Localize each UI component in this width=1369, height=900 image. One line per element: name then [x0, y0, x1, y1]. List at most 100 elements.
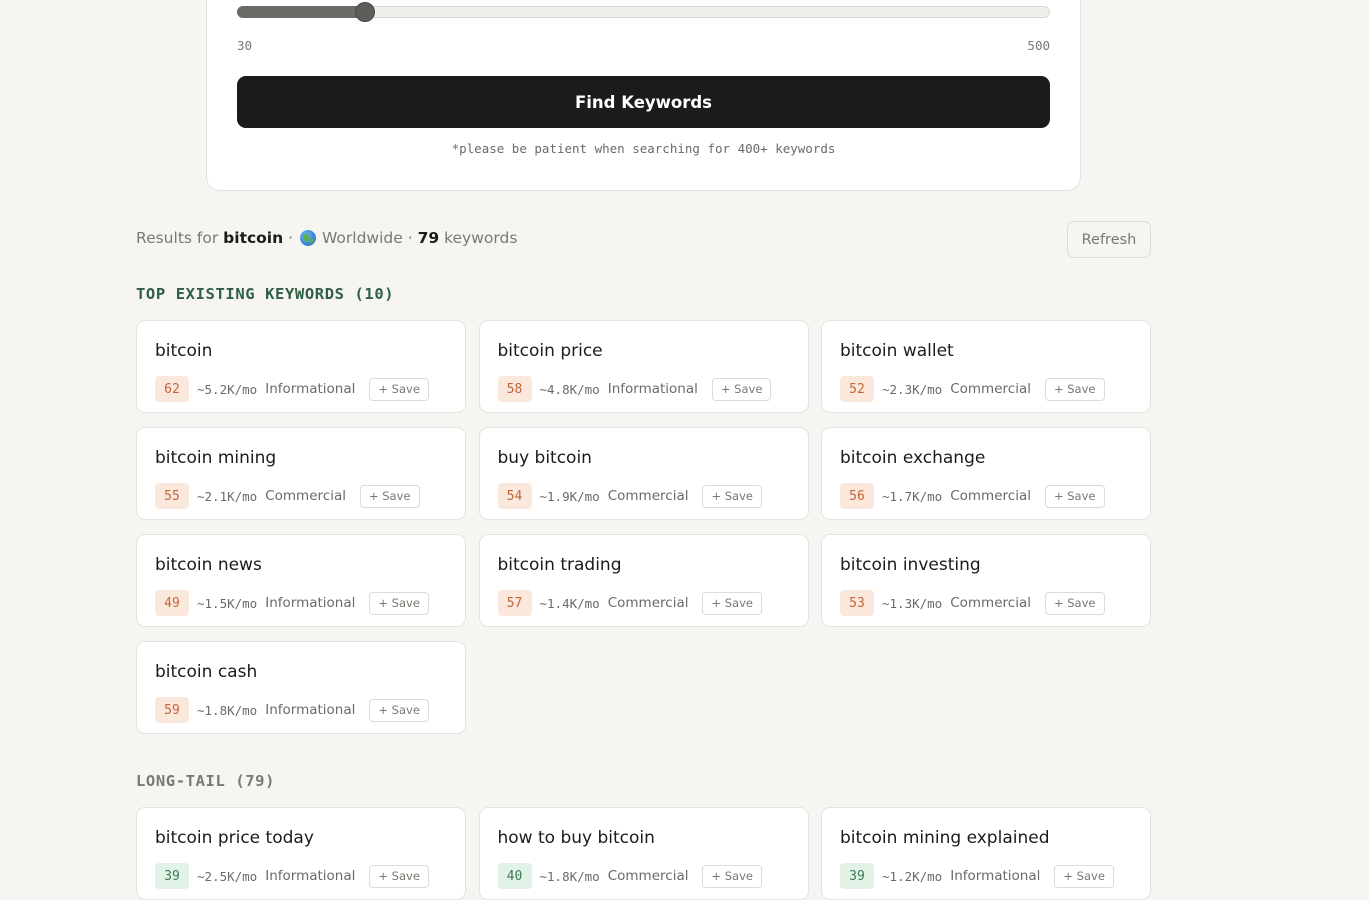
save-keyword-button[interactable]: + Save — [702, 484, 762, 508]
keyword-meta: 53 ~1.3K/mo Commercial + Save — [840, 590, 1132, 616]
results-query: bitcoin — [223, 229, 284, 247]
keyword-card[interactable]: bitcoin news 49 ~1.5K/mo Informational + Sav… — [136, 534, 466, 627]
difficulty-score-badge: 56 — [840, 483, 874, 509]
keyword-meta: 55 ~2.1K/mo Commercial + Save — [155, 483, 447, 509]
separator: · — [288, 229, 294, 247]
keyword-card[interactable]: bitcoin mining 55 ~2.1K/mo Commercial + Save — [136, 427, 466, 520]
keyword-meta: 49 ~1.5K/mo Informational + Save — [155, 590, 447, 616]
search-volume: ~1.3K/mo — [882, 595, 943, 611]
difficulty-score-badge: 55 — [155, 483, 189, 509]
keyword-meta: 39 ~2.5K/mo Informational + Save — [155, 863, 447, 889]
search-intent: Informational — [265, 702, 356, 718]
results-region: Worldwide — [321, 229, 403, 247]
search-intent: Commercial — [607, 488, 689, 504]
save-keyword-button[interactable]: + Save — [369, 591, 429, 615]
search-intent: Commercial — [607, 595, 689, 611]
save-keyword-button[interactable]: + Save — [711, 377, 772, 401]
search-intent: Informational — [265, 595, 356, 611]
keyword-meta: 59 ~1.8K/mo Informational + Save — [155, 697, 447, 723]
slider-fill — [237, 6, 365, 18]
results-count: 79 — [417, 229, 440, 247]
search-volume: ~2.5K/mo — [197, 868, 258, 884]
refresh-button[interactable]: Refresh — [1067, 221, 1151, 258]
search-volume: ~1.4K/mo — [539, 595, 600, 611]
search-intent: Commercial — [950, 595, 1031, 611]
top-keywords-grid: bitcoin 62 ~5.2K/mo Informational + Save bitc… — [136, 320, 1151, 734]
slider-thumb[interactable] — [355, 2, 375, 22]
search-volume: ~5.2K/mo — [197, 381, 258, 397]
save-keyword-button[interactable]: + Save — [702, 591, 762, 615]
search-volume: ~4.8K/mo — [539, 381, 600, 397]
difficulty-score-badge: 49 — [155, 590, 189, 616]
keyword-card[interactable]: bitcoin mining explained 39 ~1.2K/mo Inform… — [821, 807, 1151, 900]
keyword-title: bitcoin — [155, 341, 213, 361]
top-keywords-heading: TOP EXISTING KEYWORDS (10) — [136, 285, 395, 303]
keyword-title: bitcoin trading — [497, 555, 622, 575]
keyword-card[interactable]: bitcoin wallet 52 ~2.3K/mo Commercial + Save — [821, 320, 1151, 413]
save-keyword-button[interactable]: + Save — [1044, 591, 1105, 615]
keyword-title: bitcoin mining explained — [840, 828, 1050, 848]
search-volume: ~1.5K/mo — [197, 595, 258, 611]
keyword-meta: 54 ~1.9K/mo Commercial + Save — [497, 483, 790, 509]
keyword-card[interactable]: bitcoin 62 ~5.2K/mo Informational + Save — [136, 320, 466, 413]
save-keyword-button[interactable]: + Save — [359, 484, 420, 508]
search-volume: ~2.3K/mo — [882, 381, 943, 397]
separator: · — [407, 229, 413, 247]
keyword-card[interactable]: buy bitcoin 54 ~1.9K/mo Commercial + Save — [478, 427, 809, 520]
save-keyword-button[interactable]: + Save — [1054, 864, 1114, 888]
keyword-card[interactable]: bitcoin price 58 ~4.8K/mo Informational + Sa… — [478, 320, 809, 413]
search-intent: Informational — [265, 868, 356, 884]
save-keyword-button[interactable]: + Save — [1044, 484, 1105, 508]
search-volume: ~1.7K/mo — [882, 488, 943, 504]
results-count-suffix: keywords — [444, 229, 518, 247]
keyword-title: bitcoin exchange — [840, 448, 986, 468]
keyword-card[interactable]: bitcoin investing 53 ~1.3K/mo Commercial + S… — [821, 534, 1151, 627]
difficulty-score-badge: 54 — [497, 483, 532, 509]
keyword-meta: 62 ~5.2K/mo Informational + Save — [155, 376, 447, 402]
patience-note: *please be patient when searching for 40… — [451, 141, 836, 156]
keyword-title: bitcoin news — [155, 555, 262, 575]
results-prefix: Results for — [136, 229, 219, 247]
keyword-meta: 40 ~1.8K/mo Commercial + Save — [497, 863, 790, 889]
keyword-meta: 56 ~1.7K/mo Commercial + Save — [840, 483, 1132, 509]
search-volume: ~1.8K/mo — [539, 868, 600, 884]
keyword-count-slider[interactable] — [237, 2, 1050, 22]
search-intent: Commercial — [950, 488, 1031, 504]
keyword-title: bitcoin investing — [840, 555, 981, 575]
difficulty-score-badge: 53 — [840, 590, 874, 616]
search-intent: Commercial — [265, 488, 346, 504]
keyword-meta: 39 ~1.2K/mo Informational + Save — [840, 863, 1132, 889]
keyword-meta: 58 ~4.8K/mo Informational + Save — [497, 376, 790, 402]
save-keyword-button[interactable]: + Save — [702, 864, 762, 888]
difficulty-score-badge: 62 — [155, 376, 189, 402]
search-intent: Informational — [950, 868, 1041, 884]
keyword-card[interactable]: bitcoin price today 39 ~2.5K/mo Information… — [136, 807, 466, 900]
search-volume: ~1.8K/mo — [197, 702, 258, 718]
keyword-title: bitcoin wallet — [840, 341, 954, 361]
keyword-card[interactable]: bitcoin trading 57 ~1.4K/mo Commercial + Sav… — [478, 534, 809, 627]
search-volume: ~1.9K/mo — [539, 488, 600, 504]
keyword-card[interactable]: bitcoin cash 59 ~1.8K/mo Informational + Sav… — [136, 641, 466, 734]
long-tail-grid: bitcoin price today 39 ~2.5K/mo Information… — [136, 807, 1151, 900]
long-tail-heading: LONG-TAIL (79) — [136, 772, 276, 790]
save-keyword-button[interactable]: + Save — [369, 377, 429, 401]
find-keywords-button[interactable]: Find Keywords — [237, 76, 1050, 128]
search-volume: ~2.1K/mo — [197, 488, 258, 504]
slider-min-label: 30 — [237, 38, 253, 53]
difficulty-score-badge: 39 — [155, 863, 189, 889]
difficulty-score-badge: 39 — [840, 863, 874, 889]
globe-icon — [299, 230, 316, 246]
keyword-card[interactable]: bitcoin exchange 56 ~1.7K/mo Commercial + Sa… — [821, 427, 1151, 520]
difficulty-score-badge: 40 — [497, 863, 532, 889]
save-keyword-button[interactable]: + Save — [369, 864, 429, 888]
difficulty-score-badge: 52 — [840, 376, 874, 402]
search-intent: Commercial — [950, 381, 1031, 397]
keyword-card[interactable]: how to buy bitcoin 40 ~1.8K/mo Commercial + … — [478, 807, 809, 900]
keyword-meta: 57 ~1.4K/mo Commercial + Save — [497, 590, 790, 616]
keyword-title: buy bitcoin — [497, 448, 592, 468]
save-keyword-button[interactable]: + Save — [369, 698, 429, 722]
difficulty-score-badge: 57 — [497, 590, 532, 616]
save-keyword-button[interactable]: + Save — [1044, 377, 1105, 401]
keyword-title: bitcoin price today — [155, 828, 314, 848]
search-volume: ~1.2K/mo — [882, 868, 943, 884]
